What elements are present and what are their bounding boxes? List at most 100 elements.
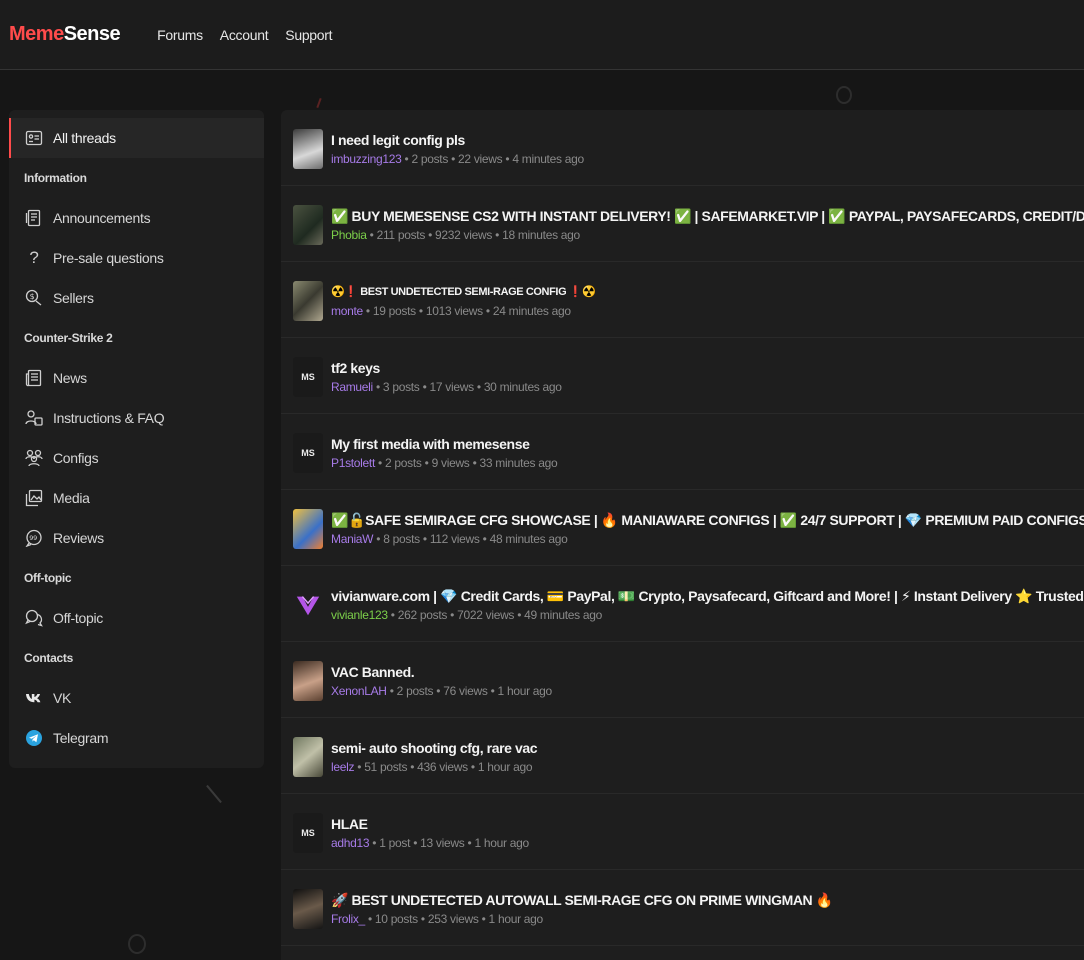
avatar[interactable]: MS <box>293 432 323 473</box>
thread-time: 48 minutes ago <box>489 532 568 546</box>
thread-meta: Phobia • 211 posts • 9232 views • 18 min… <box>331 228 1084 242</box>
reviews-icon: 99 <box>24 528 44 548</box>
thread-meta: adhd13 • 1 post • 13 views • 1 hour ago <box>331 836 529 850</box>
thread-author[interactable]: imbuzzing123 <box>331 152 402 166</box>
thread-title[interactable]: semi- auto shooting cfg, rare vac <box>331 739 538 757</box>
configs-icon <box>24 448 44 468</box>
nav-forums[interactable]: Forums <box>157 27 203 43</box>
avatar[interactable]: MS <box>293 356 323 397</box>
avatar[interactable]: MS <box>293 812 323 853</box>
thread-posts: 211 posts <box>376 228 426 242</box>
thread-author[interactable]: adhd13 <box>331 836 370 850</box>
thread-title[interactable]: 🚀 BEST UNDETECTED AUTOWALL SEMI-RAGE CFG… <box>331 891 833 909</box>
thread-time: 33 minutes ago <box>479 456 558 470</box>
thread-title[interactable]: ✅🔓SAFE SEMIRAGE CFG SHOWCASE | 🔥 MANIAWA… <box>331 511 1084 529</box>
separator: • <box>422 532 427 546</box>
sidebar-item-vk[interactable]: VK <box>9 678 264 718</box>
sidebar-item-media[interactable]: Media <box>9 478 264 518</box>
news-icon <box>24 368 44 388</box>
sidebar-item-label: Sellers <box>53 290 94 306</box>
thread-title[interactable]: ☢️❗ BEST UNDETECTED SEMI-RAGE CONFIG ❗☢️ <box>331 283 596 301</box>
avatar[interactable] <box>293 660 323 701</box>
thread-author[interactable]: monte <box>331 304 363 318</box>
thread-title[interactable]: HLAE <box>331 815 529 833</box>
thread-posts: 10 posts <box>374 912 418 926</box>
separator: • <box>495 228 500 242</box>
thread-title[interactable]: My first media with memesense <box>331 435 557 453</box>
thread-row[interactable]: 🚀 BEST UNDETECTED AUTOWALL SEMI-RAGE CFG… <box>281 870 1084 946</box>
separator: • <box>481 912 486 926</box>
avatar[interactable] <box>293 736 323 777</box>
separator: • <box>367 912 372 926</box>
thread-title[interactable]: VAC Banned. <box>331 663 552 681</box>
sellers-icon: $ <box>24 288 44 308</box>
thread-author[interactable]: vivianle123 <box>331 608 388 622</box>
sidebar-item-announcements[interactable]: Announcements <box>9 198 264 238</box>
thread-row[interactable]: ✅🔓SAFE SEMIRAGE CFG SHOWCASE | 🔥 MANIAWA… <box>281 490 1084 566</box>
thread-row[interactable]: VAC Banned. XenonLAH • 2 posts • 76 view… <box>281 642 1084 718</box>
avatar[interactable] <box>293 280 323 321</box>
sidebar-item-configs[interactable]: Configs <box>9 438 264 478</box>
sidebar-item-reviews[interactable]: 99 Reviews <box>9 518 264 558</box>
separator: • <box>422 380 427 394</box>
thread-time: 18 minutes ago <box>502 228 580 242</box>
thread-author[interactable]: Ramueli <box>331 380 373 394</box>
sidebar-item-off-topic[interactable]: Off-topic <box>9 598 264 638</box>
thread-title[interactable]: vivianware.com | 💎 Credit Cards, 💳 PayPa… <box>331 587 1084 605</box>
site-logo[interactable]: MemeSense <box>9 23 121 46</box>
sidebar-item-telegram[interactable]: Telegram <box>9 718 264 758</box>
nav-support[interactable]: Support <box>285 27 332 43</box>
thread-author[interactable]: leelz <box>331 760 354 774</box>
separator: • <box>413 836 418 850</box>
sidebar-item-label: Instructions & FAQ <box>53 410 165 426</box>
thread-author[interactable]: Frolix_ <box>331 912 365 926</box>
thread-row[interactable]: MS My first media with memesense P1stole… <box>281 414 1084 490</box>
separator: • <box>357 760 362 774</box>
thread-posts: 3 posts <box>382 380 420 394</box>
thread-row[interactable]: I need legit config pls imbuzzing123 • 2… <box>281 110 1084 186</box>
thread-meta: ManiaW • 8 posts • 112 views • 48 minute… <box>331 532 1084 546</box>
avatar[interactable] <box>293 584 323 625</box>
thread-time: 1 hour ago <box>474 836 529 850</box>
thread-meta: monte • 19 posts • 1013 views • 24 minut… <box>331 304 595 318</box>
separator: • <box>418 304 423 318</box>
thread-row[interactable]: MS HLAE adhd13 • 1 post • 13 views • 1 h… <box>281 794 1084 870</box>
avatar[interactable] <box>293 128 323 169</box>
sidebar-item-pre-sale-questions[interactable]: ? Pre-sale questions <box>9 238 264 278</box>
sidebar-item-instructions-faq[interactable]: Instructions & FAQ <box>9 398 264 438</box>
thread-row[interactable]: semi- auto shooting cfg, rare vac leelz … <box>281 718 1084 794</box>
thread-meta: Frolix_ • 10 posts • 253 views • 1 hour … <box>331 912 833 926</box>
thread-meta: vivianle123 • 262 posts • 7022 views • 4… <box>331 608 1084 622</box>
thread-meta: imbuzzing123 • 2 posts • 22 views • 4 mi… <box>331 152 584 166</box>
sidebar-item-label: Configs <box>53 450 99 466</box>
sidebar-item-label: Announcements <box>53 210 151 226</box>
thread-author[interactable]: XenonLAH <box>331 684 387 698</box>
thread-title[interactable]: ✅ BUY MEMESENSE CS2 WITH INSTANT DELIVER… <box>331 207 1084 225</box>
thread-row[interactable]: ☢️❗ BEST UNDETECTED SEMI-RAGE CONFIG ❗☢️… <box>281 262 1084 338</box>
thread-title[interactable]: I need legit config pls <box>331 131 584 149</box>
avatar[interactable] <box>293 888 323 929</box>
question-icon: ? <box>29 248 39 267</box>
nav-account[interactable]: Account <box>220 27 269 43</box>
sidebar-item-label: Off-topic <box>53 610 103 626</box>
instructions-icon <box>24 408 44 428</box>
thread-author[interactable]: Phobia <box>331 228 367 242</box>
thread-views: 22 views <box>458 152 503 166</box>
avatar[interactable] <box>293 508 323 549</box>
thread-time: 4 minutes ago <box>512 152 584 166</box>
separator: • <box>389 684 394 698</box>
separator: • <box>482 532 487 546</box>
thread-author[interactable]: ManiaW <box>331 532 374 546</box>
thread-row[interactable]: vivianware.com | 💎 Credit Cards, 💳 PayPa… <box>281 566 1084 642</box>
separator: • <box>372 836 377 850</box>
thread-row[interactable]: ✅ BUY MEMESENSE CS2 WITH INSTANT DELIVER… <box>281 186 1084 262</box>
thread-row[interactable]: MS tf2 keys Ramueli • 3 posts • 17 views… <box>281 338 1084 414</box>
thread-author[interactable]: P1stolett <box>331 456 375 470</box>
sidebar-item-news[interactable]: News <box>9 358 264 398</box>
separator: • <box>376 532 381 546</box>
avatar[interactable] <box>293 204 323 245</box>
media-icon <box>24 488 44 508</box>
sidebar-item-sellers[interactable]: $ Sellers <box>9 278 264 318</box>
sidebar-item-all-threads[interactable]: All threads <box>9 118 264 158</box>
thread-title[interactable]: tf2 keys <box>331 359 562 377</box>
